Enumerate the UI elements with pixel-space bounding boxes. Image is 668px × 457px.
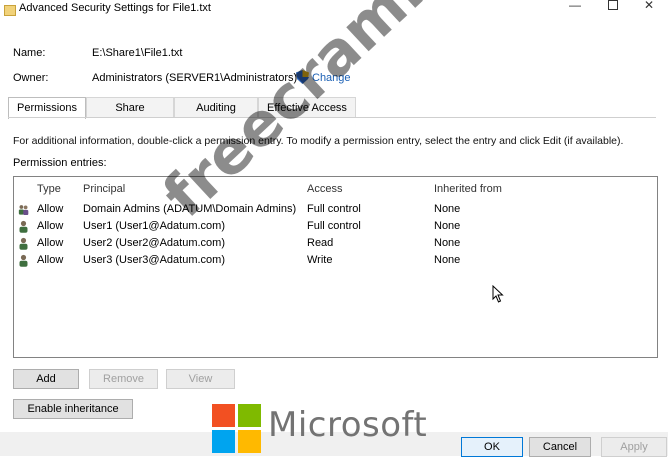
column-header-access[interactable]: Access (307, 183, 342, 195)
row-access: Read (307, 237, 334, 249)
maximize-icon (608, 0, 618, 10)
row-type: Allow (37, 220, 64, 232)
row-type: Allow (37, 203, 64, 215)
tab-share[interactable]: Share (86, 97, 174, 118)
group-icon (18, 205, 29, 215)
tab-effective-access[interactable]: Effective Access (258, 97, 356, 118)
uac-shield-icon (296, 70, 309, 84)
row-type: Allow (37, 254, 64, 266)
owner-label: Owner: (13, 72, 49, 84)
row-type: Allow (37, 237, 64, 249)
table-row[interactable]: Allow User1 (User1@Adatum.com) Full cont… (14, 219, 655, 236)
window-title: Advanced Security Settings for File1.txt (19, 2, 211, 14)
ok-button[interactable]: OK (461, 437, 523, 457)
row-inherited: None (434, 254, 461, 266)
logo-square (212, 430, 235, 453)
row-inherited: None (434, 237, 461, 249)
user-icon (19, 237, 28, 250)
tab-permissions[interactable]: Permissions (8, 97, 86, 119)
row-principal: Domain Admins (ADATUM\Domain Admins) (83, 203, 297, 215)
maximize-button[interactable] (602, 0, 624, 14)
row-access: Write (307, 254, 333, 266)
close-button[interactable]: ✕ (638, 0, 660, 14)
microsoft-logo-icon (212, 404, 262, 454)
mouse-pointer-icon (492, 285, 504, 303)
table-row[interactable]: Allow Domain Admins (ADATUM\Domain Admin… (14, 202, 655, 219)
user-icon (19, 254, 28, 267)
minimize-button[interactable]: — (564, 0, 586, 14)
tab-auditing[interactable]: Auditing (174, 97, 258, 118)
row-access: Full control (307, 220, 361, 232)
microsoft-logo-text: Microsoft (268, 405, 428, 445)
apply-button[interactable]: Apply (601, 437, 667, 457)
column-header-inherited-from[interactable]: Inherited from (434, 183, 502, 195)
table-row[interactable]: Allow User2 (User2@Adatum.com) Read None (14, 236, 655, 253)
logo-square (212, 404, 235, 427)
row-access: Full control (307, 203, 361, 215)
change-owner-link[interactable]: Change (312, 72, 351, 84)
title-bar: Advanced Security Settings for File1.txt… (0, 0, 668, 24)
folder-icon (4, 5, 16, 16)
logo-square (238, 430, 261, 453)
view-button[interactable]: View (166, 369, 235, 389)
permission-entries-label: Permission entries: (13, 157, 107, 169)
info-text: For additional information, double-click… (13, 135, 624, 147)
row-principal: User3 (User3@Adatum.com) (83, 254, 225, 266)
row-principal: User1 (User1@Adatum.com) (83, 220, 225, 232)
row-inherited: None (434, 203, 461, 215)
remove-button[interactable]: Remove (89, 369, 158, 389)
owner-value: Administrators (SERVER1\Administrators) (92, 72, 298, 84)
name-label: Name: (13, 47, 46, 59)
table-row[interactable]: Allow User3 (User3@Adatum.com) Write Non… (14, 253, 655, 270)
enable-inheritance-button[interactable]: Enable inheritance (13, 399, 133, 419)
name-value: E:\Share1\File1.txt (92, 47, 183, 59)
row-principal: User2 (User2@Adatum.com) (83, 237, 225, 249)
column-header-type[interactable]: Type (37, 183, 61, 195)
permission-entries-list[interactable]: Type Principal Access Inherited from All… (13, 176, 658, 358)
column-header-principal[interactable]: Principal (83, 183, 125, 195)
add-button[interactable]: Add (13, 369, 79, 389)
row-inherited: None (434, 220, 461, 232)
cancel-button[interactable]: Cancel (529, 437, 591, 457)
logo-square (238, 404, 261, 427)
user-icon (19, 220, 28, 233)
